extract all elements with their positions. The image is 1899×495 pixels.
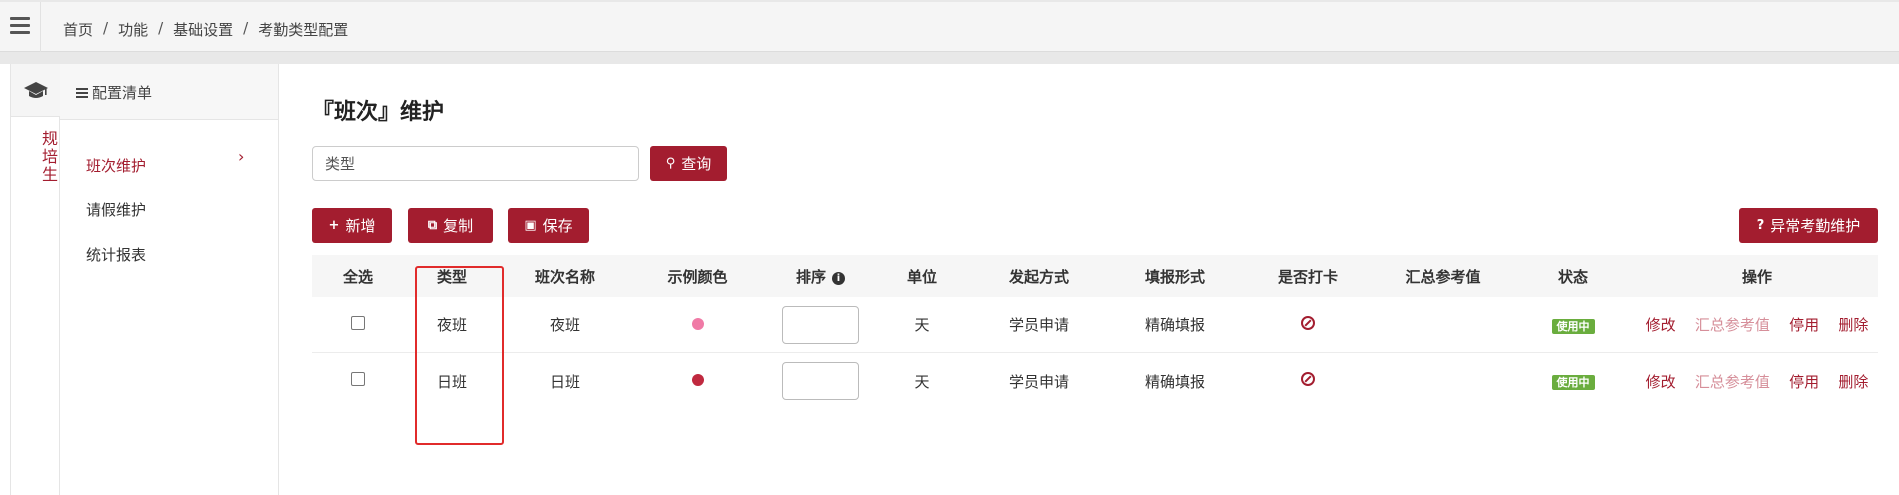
summary-ref-link[interactable]: 汇总参考值: [1695, 371, 1770, 392]
graduation-cap-icon: [11, 64, 60, 117]
row-initiate-method: 学员申请: [1008, 316, 1069, 334]
row-checkbox[interactable]: [351, 315, 365, 330]
header-clock-in: 是否打卡: [1277, 267, 1338, 286]
header-summary-ref: 汇总参考值: [1405, 267, 1481, 286]
list-icon: [76, 87, 88, 100]
status-badge: 使用中: [1551, 375, 1595, 390]
row-color-cell: [630, 316, 765, 334]
header-sample-color: 示例颜色: [667, 267, 728, 286]
row-initiate-method: 学员申请: [1008, 372, 1069, 391]
ban-icon: [1301, 372, 1315, 386]
abnormal-attendance-button[interactable]: ? 异常考勤维护: [1739, 208, 1878, 243]
row-fill-form: 精确填报: [1144, 372, 1205, 391]
sort-input[interactable]: [782, 305, 859, 344]
page-title: 『班次』维护: [312, 100, 445, 125]
disable-link[interactable]: 停用: [1789, 371, 1819, 392]
row-actions: 修改 汇总参考值 停用 删除: [1636, 314, 1878, 335]
header-sort-label: 排序: [795, 267, 826, 286]
search-button-label: 查询: [681, 155, 712, 173]
search-input[interactable]: [312, 146, 639, 181]
breadcrumb: 首页 / 功能 / 基础设置 / 考勤类型配置: [63, 19, 348, 40]
edit-link[interactable]: 修改: [1646, 314, 1676, 335]
row-shift-name: 日班: [549, 372, 580, 391]
row-clock-in-cell: [1240, 372, 1376, 390]
header-status: 状态: [1557, 267, 1588, 286]
save-button-label: 保存: [542, 217, 573, 235]
sort-input[interactable]: [782, 362, 859, 400]
edit-link[interactable]: 修改: [1646, 371, 1676, 392]
color-swatch: [691, 317, 704, 330]
add-button-label: 新增: [345, 217, 376, 235]
header-sort: 排序 i: [765, 266, 876, 287]
info-icon[interactable]: i: [832, 271, 845, 285]
status-badge: 使用中: [1551, 318, 1595, 334]
row-unit: 天: [914, 372, 930, 391]
header-fill-form: 填报形式: [1144, 267, 1205, 286]
row-type: 夜班: [436, 316, 467, 334]
search-icon: ⚲: [665, 156, 676, 171]
header-type: 类型: [436, 267, 467, 286]
question-icon: ?: [1756, 218, 1765, 233]
search-button[interactable]: ⚲ 查询: [650, 146, 727, 181]
row-sort-cell: [765, 362, 876, 400]
abnormal-button-label: 异常考勤维护: [1770, 217, 1861, 235]
config-list-panel: 配置清单 班次维护 › 请假维护 统计报表: [60, 64, 279, 495]
row-fill-form: 精确填报: [1144, 316, 1205, 334]
table-row: 日班 日班 天 学员申请 精确填报 使用中 修改 汇总参考值 停用 删除: [312, 353, 1878, 409]
color-swatch: [691, 374, 704, 386]
plus-icon: +: [328, 218, 340, 233]
delete-link[interactable]: 删除: [1838, 314, 1868, 335]
header-unit: 单位: [906, 267, 937, 286]
shift-table: 全选 类型 班次名称 示例颜色 排序 i 单位 发起方式 填报形式 是否打卡 汇总…: [312, 255, 1878, 409]
row-status-cell: 使用中: [1510, 316, 1636, 334]
copy-icon: ⧉: [427, 218, 438, 233]
header-initiate-method: 发起方式: [1008, 267, 1069, 286]
row-clock-in-cell: [1240, 315, 1376, 334]
summary-ref-link[interactable]: 汇总参考值: [1695, 314, 1770, 335]
row-checkbox-cell: [312, 315, 404, 334]
row-shift-name: 夜班: [549, 316, 580, 334]
breadcrumb-separator: /: [158, 19, 164, 37]
save-icon: ▣: [524, 218, 537, 233]
breadcrumb-home[interactable]: 首页: [63, 19, 93, 40]
breadcrumb-basic-settings[interactable]: 基础设置: [173, 19, 233, 40]
header-band: [0, 52, 1899, 64]
disable-link[interactable]: 停用: [1789, 314, 1819, 335]
delete-link[interactable]: 删除: [1838, 371, 1868, 392]
menu-toggle-icon[interactable]: [10, 17, 30, 35]
config-item-report[interactable]: 统计报表: [86, 244, 146, 265]
config-item-shift[interactable]: 班次维护: [86, 155, 146, 176]
config-list-title: 配置清单: [92, 84, 153, 102]
row-checkbox[interactable]: [351, 372, 365, 386]
left-rail: 规培生: [10, 64, 60, 495]
copy-button[interactable]: ⧉ 复制: [408, 208, 493, 243]
table-header: 全选 类型 班次名称 示例颜色 排序 i 单位 发起方式 填报形式 是否打卡 汇总…: [312, 255, 1878, 297]
table-row: 夜班 夜班 天 学员申请 精确填报 使用中 修改 汇总参考值 停用 删除: [312, 297, 1878, 353]
row-status-cell: 使用中: [1510, 372, 1636, 390]
header-select-all[interactable]: 全选: [312, 266, 404, 287]
row-sort-cell: [765, 305, 876, 344]
divider: [40, 2, 41, 54]
breadcrumb-function[interactable]: 功能: [118, 19, 148, 40]
config-list-header: 配置清单: [60, 64, 278, 120]
breadcrumb-current: 考勤类型配置: [258, 21, 349, 39]
sidebar-tab-residents[interactable]: 规培生: [11, 124, 60, 184]
breadcrumb-separator: /: [243, 19, 249, 37]
row-color-cell: [630, 372, 765, 390]
row-actions: 修改 汇总参考值 停用 删除: [1636, 371, 1878, 392]
chevron-right-icon: ›: [238, 147, 245, 166]
ban-icon: [1301, 315, 1315, 330]
config-item-leave[interactable]: 请假维护: [86, 199, 146, 220]
row-type: 日班: [436, 372, 467, 391]
header-shift-name: 班次名称: [534, 267, 595, 286]
row-checkbox-cell: [312, 372, 404, 390]
top-bar: 首页 / 功能 / 基础设置 / 考勤类型配置: [0, 0, 1899, 54]
breadcrumb-separator: /: [103, 19, 109, 37]
main-content: 『班次』维护 ⚲ 查询 + 新增 ⧉ 复制 ▣ 保存 ? 异常考勤维护 全选 类型 班次名…: [280, 64, 1899, 495]
add-button[interactable]: + 新增: [312, 208, 392, 243]
save-button[interactable]: ▣ 保存: [508, 208, 589, 243]
copy-button-label: 复制: [443, 217, 474, 235]
header-actions: 操作: [1741, 267, 1772, 286]
row-unit: 天: [914, 316, 930, 334]
